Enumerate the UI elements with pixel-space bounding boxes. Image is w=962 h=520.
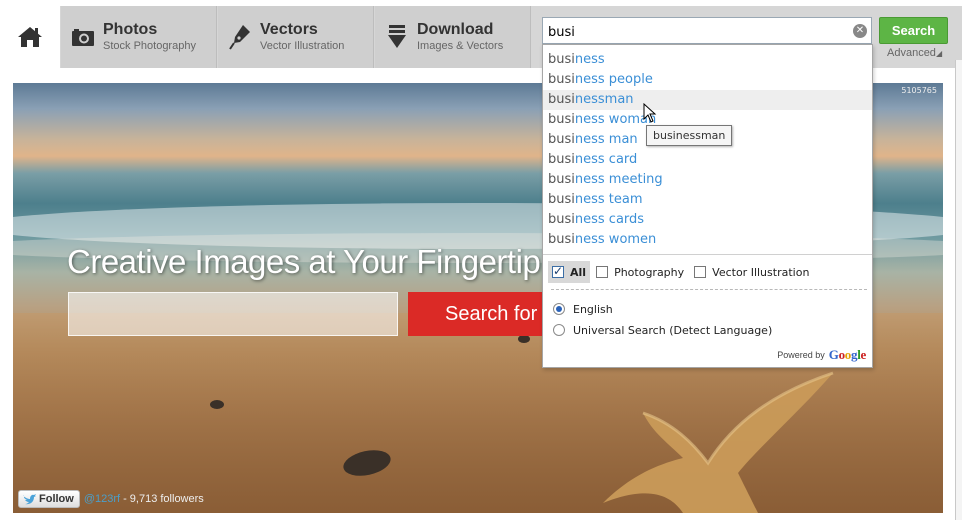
follower-count: - 9,713 followers bbox=[123, 493, 204, 505]
twitter-bird-icon bbox=[23, 494, 36, 505]
hero-image-id: 5105765 bbox=[901, 86, 937, 95]
suggestion-item[interactable]: business women bbox=[543, 230, 872, 250]
language-english-label: English bbox=[573, 302, 613, 316]
suggestion-typed: busi bbox=[548, 52, 575, 67]
type-filters: All Photography Vector Illustration bbox=[548, 261, 819, 283]
language-universal[interactable]: Universal Search (Detect Language) bbox=[553, 322, 772, 338]
suggestion-item[interactable]: business bbox=[543, 50, 872, 70]
download-icon bbox=[385, 25, 409, 49]
checkbox-all[interactable] bbox=[552, 264, 564, 278]
starfish-image bbox=[603, 371, 834, 513]
radio-universal[interactable] bbox=[553, 324, 565, 336]
suggestion-typed: busi bbox=[548, 232, 575, 247]
suggestion-typed: busi bbox=[548, 212, 575, 227]
suggestion-typed: busi bbox=[548, 72, 575, 87]
mouse-cursor-icon bbox=[643, 103, 657, 123]
powered-by-google: Powered by Google bbox=[777, 347, 866, 363]
suggestion-typed: busi bbox=[548, 152, 575, 167]
google-logo: Google bbox=[828, 347, 867, 362]
suggestion-typed: busi bbox=[548, 172, 575, 187]
twitter-handle[interactable]: @123rf bbox=[84, 493, 120, 505]
filter-photography[interactable]: Photography bbox=[596, 266, 684, 279]
suggestion-typed: busi bbox=[548, 192, 575, 207]
suggestion-item-highlighted[interactable]: businessman bbox=[543, 90, 872, 110]
suggestion-typed: busi bbox=[548, 132, 575, 147]
checkbox-photography[interactable] bbox=[596, 266, 609, 278]
suggestion-completion: ness card bbox=[574, 152, 638, 167]
page-right-edge bbox=[955, 60, 962, 520]
suggestion-completion: ness bbox=[574, 52, 605, 67]
powered-by-label: Powered by bbox=[777, 350, 825, 360]
twitter-follow-button[interactable]: Follow bbox=[18, 490, 80, 508]
hero-search-button[interactable]: Search for bbox=[408, 292, 548, 336]
tab-download[interactable]: Download Images & Vectors bbox=[375, 6, 531, 68]
hero-search-input[interactable] bbox=[68, 292, 398, 336]
home-tab[interactable] bbox=[0, 6, 60, 68]
suggestion-item[interactable]: business people bbox=[543, 70, 872, 90]
advanced-label: Advanced bbox=[887, 47, 936, 59]
camera-icon bbox=[71, 25, 95, 49]
pen-nib-icon bbox=[228, 25, 252, 50]
filter-vector-label: Vector Illustration bbox=[712, 265, 810, 279]
filter-all[interactable]: All bbox=[548, 261, 591, 283]
search-button[interactable]: Search bbox=[879, 17, 948, 44]
language-english[interactable]: English bbox=[553, 301, 613, 317]
filter-all-label: All bbox=[570, 265, 587, 279]
suggestion-completion: ness man bbox=[574, 132, 638, 147]
hero-title: Creative Images at Your Fingertip bbox=[67, 243, 541, 280]
radio-english[interactable] bbox=[553, 303, 565, 315]
tab-vectors[interactable]: Vectors Vector Illustration bbox=[218, 6, 374, 68]
suggestion-completion: ness people bbox=[574, 72, 653, 87]
suggestion-item[interactable]: business cards bbox=[543, 210, 872, 230]
tab-photos-subtitle: Stock Photography bbox=[103, 40, 196, 52]
suggestion-typed: busi bbox=[548, 92, 575, 107]
tab-photos[interactable]: Photos Stock Photography bbox=[61, 6, 217, 68]
tab-photos-title: Photos bbox=[103, 21, 158, 38]
checkbox-vector[interactable] bbox=[694, 266, 707, 278]
search-input[interactable] bbox=[542, 17, 872, 44]
suggestion-completion: ness cards bbox=[574, 212, 645, 227]
dropdown-dashed-divider bbox=[551, 289, 867, 290]
advanced-search-link[interactable]: Advanced◢ bbox=[887, 47, 942, 59]
tab-vectors-subtitle: Vector Illustration bbox=[260, 40, 345, 52]
tab-vectors-title: Vectors bbox=[260, 21, 318, 38]
triangle-down-icon: ◢ bbox=[935, 49, 943, 58]
suggestion-tooltip: businessman bbox=[646, 125, 733, 146]
follow-label: Follow bbox=[39, 493, 74, 505]
suggestion-completion: ness women bbox=[574, 232, 657, 247]
filter-photography-label: Photography bbox=[614, 265, 685, 279]
tab-download-title: Download bbox=[417, 21, 494, 38]
suggestion-completion: ness team bbox=[574, 192, 643, 207]
language-universal-label: Universal Search (Detect Language) bbox=[573, 323, 773, 337]
autocomplete-dropdown: business business people businessman bus… bbox=[542, 44, 873, 368]
twitter-follow: Follow @123rf - 9,713 followers bbox=[18, 490, 204, 508]
suggestion-item[interactable]: business team bbox=[543, 190, 872, 210]
home-icon bbox=[18, 27, 42, 47]
suggestion-completion: nessman bbox=[574, 92, 634, 107]
tab-download-subtitle: Images & Vectors bbox=[417, 40, 504, 52]
clear-icon[interactable]: ✕ bbox=[853, 24, 867, 38]
suggestion-typed: busi bbox=[548, 112, 575, 127]
dropdown-divider bbox=[543, 254, 872, 255]
pebble bbox=[210, 400, 224, 409]
suggestion-item[interactable]: business meeting bbox=[543, 170, 872, 190]
suggestion-item[interactable]: business card bbox=[543, 150, 872, 170]
pebble bbox=[518, 335, 530, 343]
filter-vector[interactable]: Vector Illustration bbox=[694, 266, 809, 279]
suggestion-completion: ness meeting bbox=[574, 172, 663, 187]
